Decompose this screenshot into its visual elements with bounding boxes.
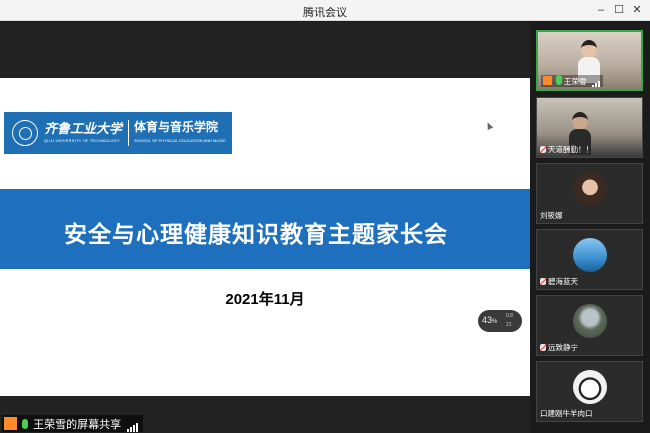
mic-active-icon bbox=[22, 419, 29, 429]
slide-title: 安全与心理健康知识教育主题家长会 bbox=[64, 221, 448, 247]
mic-active-icon bbox=[556, 75, 562, 85]
mic-muted-icon bbox=[540, 146, 546, 153]
participant-tile[interactable]: 王荣雪 bbox=[536, 30, 643, 91]
participant-name: 王荣雪 bbox=[541, 75, 603, 87]
logo-university-name: 齐鲁工业大学 bbox=[44, 122, 123, 137]
participant-name: 天道酬勤！！ bbox=[540, 144, 593, 155]
user-icon bbox=[543, 76, 552, 85]
logo-university-en: QILU UNIVERSITY OF TECHNOLOGY bbox=[44, 138, 120, 143]
participant-panel: 王荣雪 天道酬勤！！ 刘筱娜 碧海蓝天 远致静宁 口建刚牛羊肉口 bbox=[530, 22, 650, 433]
avatar bbox=[573, 238, 607, 272]
mouse-cursor-icon bbox=[484, 121, 494, 130]
logo-divider bbox=[128, 120, 129, 146]
avatar bbox=[573, 304, 607, 338]
participant-name: 刘筱娜 bbox=[540, 211, 563, 220]
participant-name: 远致静宁 bbox=[540, 342, 578, 353]
signal-bars-icon bbox=[591, 78, 601, 87]
screen-share-label-text: 王荣雪的屏幕共享 bbox=[33, 419, 122, 431]
participant-tile[interactable]: 远致静宁 bbox=[536, 295, 643, 356]
participant-tile[interactable]: 碧海蓝天 bbox=[536, 229, 643, 290]
network-row-2: 21 bbox=[506, 322, 512, 328]
participant-tile[interactable]: 天道酬勤！！ bbox=[536, 97, 643, 158]
presentation-slide: 齐鲁工业大学 QILU UNIVERSITY OF TECHNOLOGY 体育与… bbox=[0, 78, 530, 396]
minimize-icon[interactable]: – bbox=[594, 3, 608, 17]
participant-tile[interactable]: 刘筱娜 bbox=[536, 163, 643, 224]
slide-date: 2021年11月 bbox=[225, 291, 305, 308]
logo-school-en: SCHOOL OF PHYSICAL EDUCATION AND MUSIC bbox=[134, 138, 226, 143]
participant-tile[interactable]: 口建刚牛羊肉口 bbox=[536, 361, 643, 422]
signal-bars-icon bbox=[127, 420, 139, 432]
screen-share-label: 王荣雪的屏幕共享 bbox=[2, 415, 144, 432]
avatar bbox=[573, 370, 607, 404]
presenter-avatar-icon bbox=[4, 417, 17, 430]
logo-school-name: 体育与音乐学院 bbox=[134, 120, 219, 134]
maximize-icon[interactable]: ☐ bbox=[612, 3, 626, 17]
window-title: 腾讯会议 bbox=[303, 7, 347, 19]
avatar bbox=[573, 172, 607, 206]
network-status-widget[interactable]: 43% 0.8 21 bbox=[478, 310, 522, 332]
participant-name: 口建刚牛羊肉口 bbox=[540, 409, 593, 418]
participant-video bbox=[578, 40, 600, 83]
slide-title-banner: 安全与心理健康知识教育主题家长会 bbox=[0, 189, 530, 269]
university-emblem-icon bbox=[12, 120, 38, 146]
participant-name: 碧海蓝天 bbox=[540, 276, 578, 287]
title-bar: 腾讯会议 – ☐ ✕ bbox=[0, 0, 650, 21]
university-logo: 齐鲁工业大学 QILU UNIVERSITY OF TECHNOLOGY 体育与… bbox=[4, 112, 232, 154]
network-value: 43% bbox=[482, 315, 498, 325]
close-icon[interactable]: ✕ bbox=[630, 3, 644, 17]
mic-muted-icon bbox=[540, 344, 546, 351]
network-row-1: 0.8 bbox=[506, 313, 513, 319]
screen-share-area[interactable]: 齐鲁工业大学 QILU UNIVERSITY OF TECHNOLOGY 体育与… bbox=[0, 22, 530, 433]
mic-muted-icon bbox=[540, 278, 546, 285]
